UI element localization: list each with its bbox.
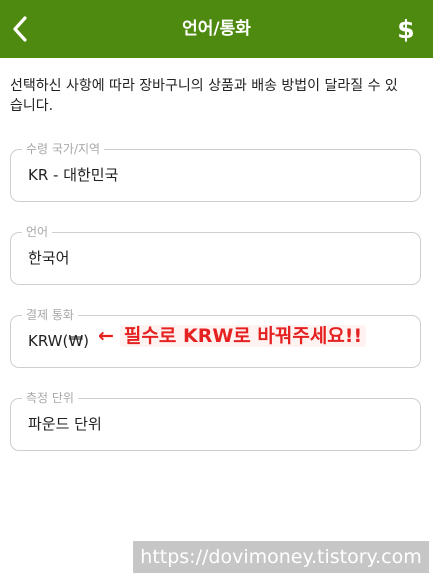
annotation-message: 필수로 KRW로 바꿔주세요!! [119, 325, 367, 347]
page-title: 언어/통화 [182, 19, 251, 39]
notice-text: 선택하신 사항에 따라 장바구니의 상품과 배송 방법이 달라질 수 있습니다. [10, 78, 398, 114]
country-field-value: KR - 대한민국 [28, 166, 119, 184]
country-field[interactable]: 수령 국가/지역 KR - 대한민국 [10, 141, 421, 202]
language-field[interactable]: 언어 한국어 [10, 224, 421, 285]
app-header: 언어/통화 $ [0, 0, 433, 58]
watermark: https://dovimoney.tistory.com [133, 541, 429, 573]
language-field-value: 한국어 [28, 249, 70, 267]
unit-field-value: 파운드 단위 [28, 415, 102, 433]
currency-field-value: KRW(₩) [28, 332, 90, 350]
arrow-left-icon: ← [98, 325, 114, 347]
dollar-icon: $ [397, 14, 415, 44]
currency-button[interactable]: $ [389, 0, 423, 58]
currency-annotation: ← 필수로 KRW로 바꿔주세요!! [98, 320, 367, 352]
unit-field[interactable]: 측정 단위 파운드 단위 [10, 390, 421, 451]
